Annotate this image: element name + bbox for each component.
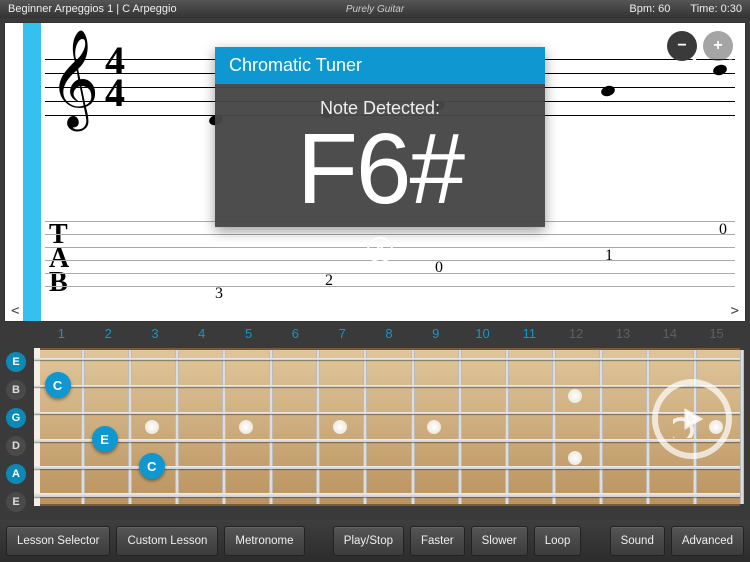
time-display: Time: 0:30 — [690, 3, 742, 15]
fret-number: 12 — [553, 326, 600, 341]
detected-note: F6# — [215, 119, 545, 219]
bpm-display: Bpm: 60 — [629, 3, 670, 15]
loop-button[interactable]: Loop — [534, 526, 582, 556]
string-labels: EBGDAE — [6, 352, 26, 512]
fret-number: 11 — [506, 326, 553, 341]
fret-number: 1 — [38, 326, 85, 341]
fret-number: 5 — [225, 326, 272, 341]
tab-number: 3 — [215, 285, 223, 303]
play-arrow-icon — [673, 400, 711, 438]
playback-cursor — [23, 23, 41, 321]
tab-number: 2 — [325, 272, 333, 290]
string-label: D — [6, 436, 26, 456]
sound-button[interactable]: Sound — [610, 526, 665, 556]
string-label: A — [6, 464, 26, 484]
tab-number: 1 — [605, 247, 613, 265]
fret-number: 3 — [132, 326, 179, 341]
play-stop-button[interactable]: Play/Stop — [333, 526, 404, 556]
top-bar: Beginner Arpeggios 1 | C Arpeggio Purely… — [0, 0, 750, 18]
custom-lesson-button[interactable]: Custom Lesson — [116, 526, 218, 556]
lesson-selector-button[interactable]: Lesson Selector — [6, 526, 110, 556]
fret-number: 2 — [85, 326, 132, 341]
close-icon: ✕ — [373, 240, 386, 260]
play-overlay-button[interactable] — [652, 379, 732, 459]
finger-marker: E — [92, 426, 118, 452]
finger-marker: C — [45, 372, 71, 398]
fretboard[interactable]: CEC — [34, 348, 740, 506]
tab-number: 0 — [719, 221, 727, 239]
tuner-header: Chromatic Tuner — [215, 47, 545, 84]
fret-number: 7 — [319, 326, 366, 341]
fretboard-panel: 123456789101112131415 EBGDAE CEC — [4, 324, 746, 514]
fret-number: 6 — [272, 326, 319, 341]
fret-number: 10 — [459, 326, 506, 341]
lesson-title: Beginner Arpeggios 1 | C Arpeggio — [8, 3, 177, 15]
finger-marker: C — [139, 453, 165, 479]
zoom-out-button[interactable]: − — [667, 31, 697, 61]
faster-button[interactable]: Faster — [410, 526, 465, 556]
fret-number: 4 — [178, 326, 225, 341]
string-label: E — [6, 352, 26, 372]
zoom-in-button[interactable]: + — [703, 31, 733, 61]
fret-number: 8 — [366, 326, 413, 341]
string-label: G — [6, 408, 26, 428]
fret-number: 15 — [693, 326, 740, 341]
scroll-right-button[interactable]: > — [731, 303, 739, 319]
fret-number: 13 — [600, 326, 647, 341]
fret-number: 14 — [646, 326, 693, 341]
zoom-controls: − + — [667, 31, 733, 61]
bottom-toolbar: Lesson Selector Custom Lesson Metronome … — [0, 520, 750, 562]
tab-number: 0 — [435, 259, 443, 277]
string-label: E — [6, 492, 26, 512]
advanced-button[interactable]: Advanced — [671, 526, 744, 556]
slower-button[interactable]: Slower — [471, 526, 528, 556]
string-label: B — [6, 380, 26, 400]
tuner-panel: Chromatic Tuner Note Detected: F6# ✕ — [215, 47, 545, 227]
fret-number: 9 — [412, 326, 459, 341]
metronome-button[interactable]: Metronome — [224, 526, 304, 556]
fret-number-row: 123456789101112131415 — [38, 326, 740, 341]
notation-panel: 𝄞 4 4 T A B 32010 − + Chromatic Tuner No… — [4, 22, 746, 322]
scroll-left-button[interactable]: < — [11, 303, 19, 319]
brand-label: Purely Guitar — [346, 4, 404, 15]
close-tuner-button[interactable]: ✕ — [367, 237, 393, 263]
nut — [34, 348, 40, 506]
